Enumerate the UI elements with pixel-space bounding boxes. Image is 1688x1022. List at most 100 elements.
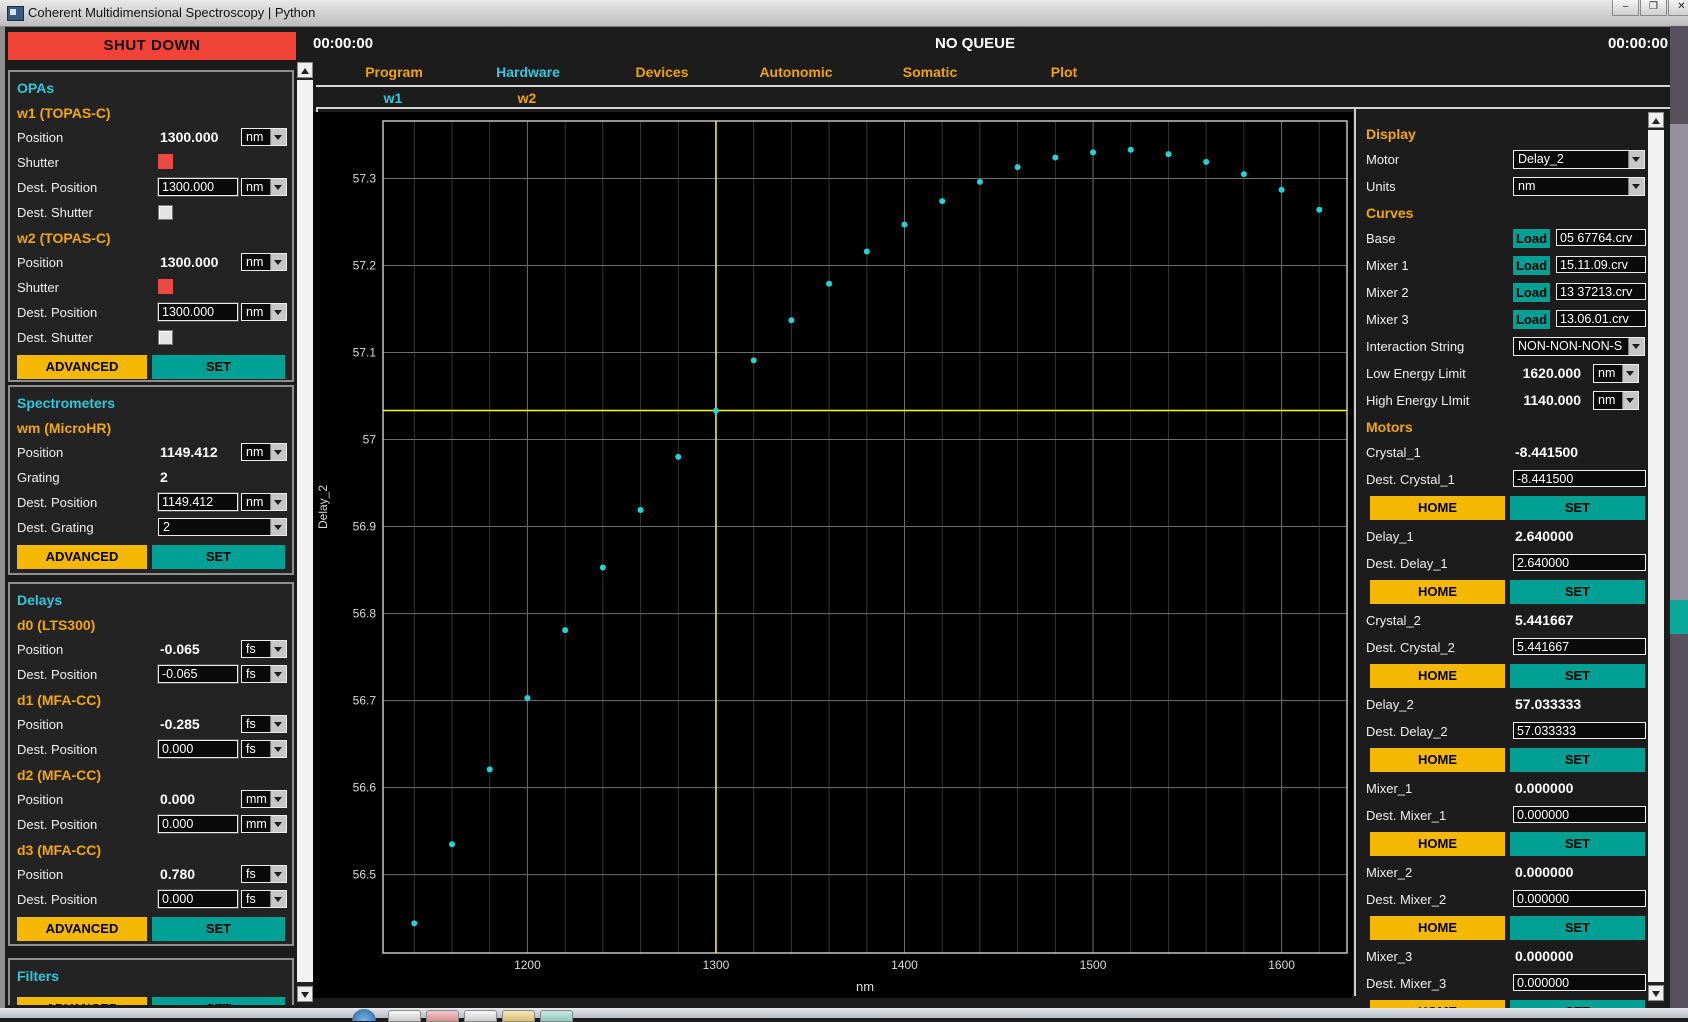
chevron-down-icon[interactable] [270, 179, 286, 195]
tab-autonomic[interactable]: Autonomic [734, 64, 858, 80]
chevron-down-icon[interactable] [270, 304, 286, 320]
chevron-down-icon[interactable] [270, 716, 286, 732]
chevron-down-icon[interactable] [270, 494, 286, 510]
home-button[interactable]: HOME [1370, 748, 1505, 772]
chevron-down-icon[interactable] [270, 641, 286, 657]
curve-file-input[interactable] [1556, 283, 1646, 300]
unit-select[interactable]: nm [241, 303, 287, 321]
home-button[interactable]: HOME [1370, 664, 1505, 688]
load-button[interactable]: Load [1513, 256, 1550, 275]
curve-file-input[interactable] [1556, 310, 1646, 327]
dest-position-input[interactable] [158, 493, 238, 511]
chevron-down-icon[interactable] [270, 519, 286, 535]
scroll-down-icon[interactable] [1648, 985, 1664, 1001]
set-button[interactable]: SET [1510, 832, 1645, 856]
unit-select[interactable]: nm [241, 253, 287, 271]
set-button[interactable]: SET [1510, 916, 1645, 940]
tab-program[interactable]: Program [332, 64, 456, 80]
subtab-w2[interactable]: w2 [465, 90, 589, 106]
scroll-up-icon[interactable] [297, 62, 313, 78]
set-button[interactable]: SET [152, 917, 285, 941]
advanced-button[interactable]: ADVANCED [17, 545, 147, 569]
advanced-button[interactable]: ADVANCED [17, 997, 147, 1005]
curve-file-input[interactable] [1556, 256, 1646, 273]
home-button[interactable]: HOME [1370, 916, 1505, 940]
set-button[interactable]: SET [152, 545, 285, 569]
chevron-down-icon[interactable] [1628, 178, 1644, 195]
dest-motor-input[interactable] [1513, 806, 1646, 823]
chevron-down-icon[interactable] [1628, 338, 1644, 355]
dest-position-input[interactable] [158, 303, 238, 321]
shutter-indicator[interactable] [158, 154, 173, 169]
set-button[interactable]: SET [152, 355, 285, 379]
tab-somatic[interactable]: Somatic [868, 64, 992, 80]
units-select[interactable]: nm [1513, 177, 1645, 196]
chevron-down-icon[interactable] [1628, 151, 1644, 168]
unit-select[interactable]: fs [241, 715, 287, 733]
dest-position-input[interactable] [158, 740, 238, 758]
taskbar-app-icon[interactable] [388, 1010, 421, 1022]
chevron-down-icon[interactable] [270, 791, 286, 807]
subtab-w1[interactable]: w1 [331, 90, 455, 106]
unit-select[interactable]: nm [241, 128, 287, 146]
unit-select[interactable]: nm [1593, 391, 1639, 410]
chevron-down-icon[interactable] [1622, 392, 1638, 409]
set-button[interactable]: SET [1510, 748, 1645, 772]
dest-shutter-checkbox[interactable] [158, 330, 173, 345]
start-button-icon[interactable] [352, 1009, 376, 1021]
dest-motor-input[interactable] [1513, 638, 1646, 655]
interaction-string-select[interactable]: NON-NON-NON-S [1513, 337, 1645, 356]
unit-select[interactable]: nm [241, 178, 287, 196]
dest-shutter-checkbox[interactable] [158, 205, 173, 220]
curve-file-input[interactable] [1556, 229, 1646, 246]
unit-select[interactable]: fs [241, 640, 287, 658]
unit-select[interactable]: nm [241, 493, 287, 511]
unit-select[interactable]: fs [241, 890, 287, 908]
dest-position-input[interactable] [158, 665, 238, 683]
unit-select[interactable]: fs [241, 865, 287, 883]
dest-position-input[interactable] [158, 815, 238, 833]
shutdown-button[interactable]: SHUT DOWN [8, 32, 296, 60]
chevron-down-icon[interactable] [270, 254, 286, 270]
tab-plot[interactable]: Plot [1002, 64, 1126, 80]
chevron-down-icon[interactable] [270, 666, 286, 682]
unit-select[interactable]: nm [1593, 364, 1639, 383]
taskbar-app-icon[interactable] [540, 1010, 573, 1022]
home-button[interactable]: HOME [1370, 832, 1505, 856]
unit-select[interactable]: fs [241, 665, 287, 683]
dest-motor-input[interactable] [1513, 554, 1646, 571]
taskbar-app-icon[interactable] [502, 1010, 535, 1022]
advanced-button[interactable]: ADVANCED [17, 917, 147, 941]
load-button[interactable]: Load [1513, 229, 1550, 248]
chevron-down-icon[interactable] [270, 866, 286, 882]
dest-motor-input[interactable] [1513, 974, 1646, 991]
unit-select[interactable]: nm [241, 443, 287, 461]
set-button[interactable]: SET [1510, 496, 1645, 520]
motor-select[interactable]: Delay_2 [1513, 150, 1645, 169]
minimize-button[interactable]: – [1612, 0, 1639, 16]
chevron-down-icon[interactable] [270, 444, 286, 460]
dest-position-input[interactable] [158, 178, 238, 196]
set-button[interactable]: SET [152, 997, 285, 1005]
close-button[interactable]: ✕ [1668, 0, 1688, 16]
unit-select[interactable]: mm [241, 790, 287, 808]
window-scrollbar-thumb[interactable] [1670, 124, 1688, 600]
home-button[interactable]: HOME [1370, 580, 1505, 604]
sidebar-scrollbar-thumb[interactable] [297, 80, 313, 982]
advanced-button[interactable]: ADVANCED [17, 355, 147, 379]
set-button[interactable]: SET [1510, 580, 1645, 604]
chevron-down-icon[interactable] [270, 891, 286, 907]
tab-hardware[interactable]: Hardware [466, 64, 590, 80]
unit-select[interactable]: mm [241, 815, 287, 833]
maximize-button[interactable]: ❐ [1640, 0, 1667, 16]
load-button[interactable]: Load [1513, 283, 1550, 302]
taskbar-app-icon[interactable] [426, 1010, 459, 1022]
panel-scrollbar-thumb[interactable] [1648, 130, 1664, 982]
set-button[interactable]: SET [1510, 664, 1645, 688]
load-button[interactable]: Load [1513, 310, 1550, 329]
dest-position-input[interactable] [158, 890, 238, 908]
grating-select[interactable]: 2 [158, 518, 287, 536]
scroll-down-icon[interactable] [297, 986, 313, 1002]
dest-motor-input[interactable] [1513, 722, 1646, 739]
unit-select[interactable]: fs [241, 740, 287, 758]
